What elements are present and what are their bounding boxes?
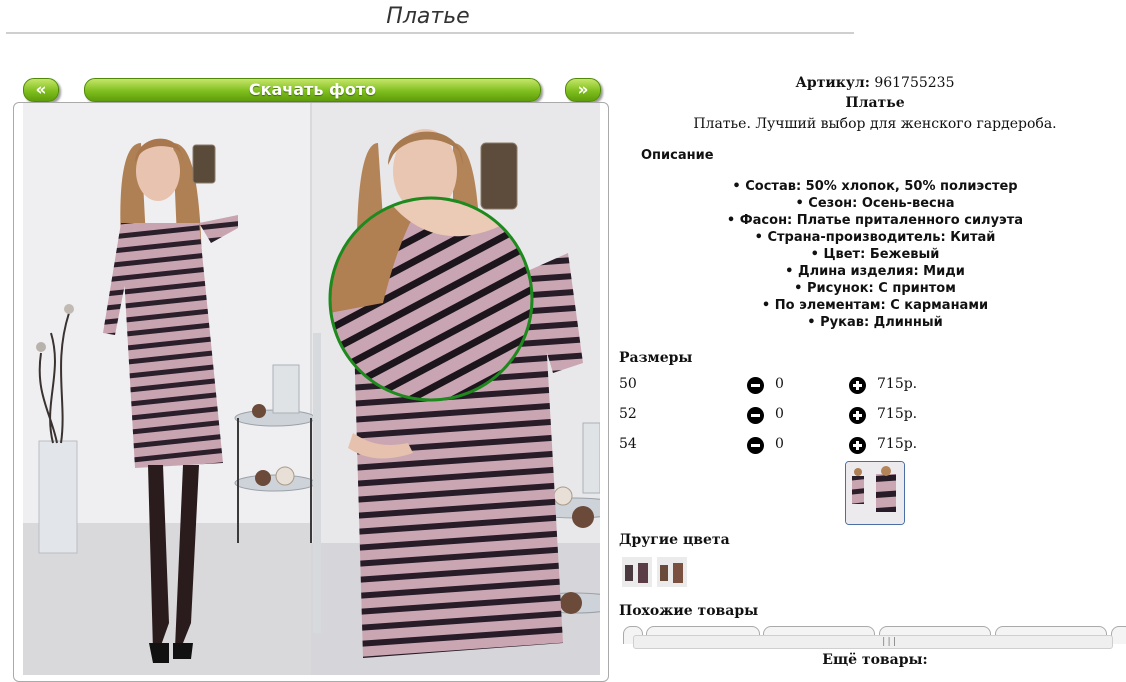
more-products-label[interactable]: Ещё товары: bbox=[619, 652, 1126, 668]
sku-value: 961755235 bbox=[874, 75, 955, 91]
attribute-item: Состав: 50% хлопок, 50% полиэстер bbox=[619, 178, 1126, 195]
price-value: 715р. bbox=[877, 436, 918, 452]
attribute-list: Состав: 50% хлопок, 50% полиэстер Сезон:… bbox=[619, 178, 1126, 331]
plus-circle-icon[interactable] bbox=[849, 437, 866, 454]
attribute-item: Цвет: Бежевый bbox=[619, 246, 1126, 263]
price-value: 715р. bbox=[877, 406, 918, 422]
size-row: 50 0 715р. bbox=[619, 376, 1119, 396]
product-photo-frame bbox=[13, 102, 609, 682]
attribute-item: Фасон: Платье приталенного силуэта bbox=[619, 212, 1126, 229]
size-label: 54 bbox=[619, 436, 637, 452]
page-title: Платье bbox=[386, 4, 470, 29]
scrollbar-grip-icon[interactable]: ||| bbox=[881, 638, 897, 647]
title-divider bbox=[6, 32, 854, 34]
product-photo[interactable] bbox=[23, 103, 600, 675]
size-label: 50 bbox=[619, 376, 637, 392]
plus-circle-icon[interactable] bbox=[849, 377, 866, 394]
quantity-value: 0 bbox=[775, 406, 784, 422]
sizes-heading: Размеры bbox=[619, 350, 693, 366]
quantity-value: 0 bbox=[775, 436, 784, 452]
product-short-description: Платье. Лучший выбор для женского гардер… bbox=[693, 116, 1057, 132]
prev-photo-button[interactable]: « bbox=[23, 78, 59, 102]
size-label: 52 bbox=[619, 406, 637, 422]
next-photo-button[interactable]: » bbox=[565, 78, 601, 102]
carousel-item[interactable] bbox=[1111, 626, 1126, 644]
attribute-item: Рукав: Длинный bbox=[619, 314, 1126, 331]
thumbnail-image bbox=[846, 462, 904, 524]
minus-circle-icon[interactable] bbox=[747, 407, 764, 424]
carousel-scrollbar[interactable]: ||| bbox=[633, 635, 1113, 649]
selected-photo-thumbnail[interactable] bbox=[845, 461, 905, 525]
attribute-item: Страна-производитель: Китай bbox=[619, 229, 1126, 246]
minus-circle-icon[interactable] bbox=[747, 377, 764, 394]
similar-products-heading: Похожие товары bbox=[619, 603, 759, 619]
color-variant-thumbnail[interactable] bbox=[622, 557, 652, 587]
color-variant-image bbox=[657, 557, 687, 587]
description-heading: Описание bbox=[641, 148, 714, 163]
sku-label: Артикул: bbox=[795, 75, 870, 91]
minus-circle-icon[interactable] bbox=[747, 437, 764, 454]
attribute-item: По элементам: С карманами bbox=[619, 297, 1126, 314]
product-name: Платье bbox=[845, 95, 905, 111]
attribute-item: Сезон: Осень-весна bbox=[619, 195, 1126, 212]
attribute-item: Длина изделия: Миди bbox=[619, 263, 1126, 280]
sku-line: Артикул: 961755235 bbox=[619, 75, 1126, 91]
other-colors-heading: Другие цвета bbox=[619, 532, 730, 548]
size-row: 54 0 715р. bbox=[619, 436, 1119, 456]
color-variant-image bbox=[622, 557, 652, 587]
size-row: 52 0 715р. bbox=[619, 406, 1119, 426]
attribute-item: Рисунок: С принтом bbox=[619, 280, 1126, 297]
quantity-value: 0 bbox=[775, 376, 784, 392]
price-value: 715р. bbox=[877, 376, 918, 392]
plus-circle-icon[interactable] bbox=[849, 407, 866, 424]
download-photo-button[interactable]: Скачать фото bbox=[84, 78, 541, 102]
color-variant-thumbnail[interactable] bbox=[657, 557, 687, 587]
